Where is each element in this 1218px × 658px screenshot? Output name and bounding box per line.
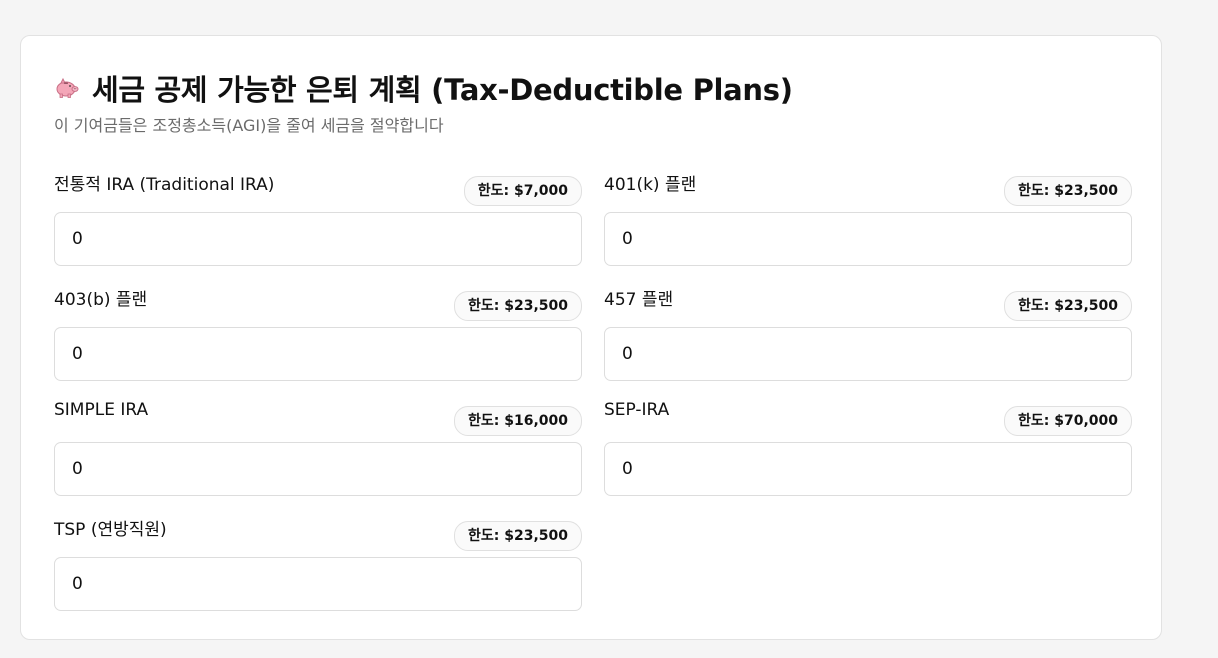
- tax-deductible-plans-card: 세금 공제 가능한 은퇴 계획 (Tax-Deductible Plans) 이…: [20, 35, 1162, 640]
- sep-ira-input[interactable]: [604, 442, 1132, 496]
- field-traditional-ira: 전통적 IRA (Traditional IRA) 한도: $7,000: [54, 166, 582, 266]
- field-403b: 403(b) 플랜 한도: $23,500: [54, 281, 582, 381]
- card-header: 세금 공제 가능한 은퇴 계획 (Tax-Deductible Plans) 이…: [54, 68, 1134, 136]
- 401k-input[interactable]: [604, 212, 1132, 266]
- field-label: 전통적 IRA (Traditional IRA): [54, 175, 275, 195]
- page-title: 세금 공제 가능한 은퇴 계획 (Tax-Deductible Plans): [92, 73, 793, 107]
- title-row: 세금 공제 가능한 은퇴 계획 (Tax-Deductible Plans): [54, 68, 1134, 108]
- 403b-input[interactable]: [54, 327, 582, 381]
- limit-badge: 한도: $23,500: [1004, 176, 1132, 206]
- piggy-bank-icon: [54, 77, 80, 99]
- field-label: 457 플랜: [604, 290, 674, 310]
- field-sep-ira: SEP-IRA 한도: $70,000: [604, 396, 1132, 496]
- field-label: SIMPLE IRA: [54, 400, 149, 420]
- simple-ira-input[interactable]: [54, 442, 582, 496]
- tsp-input[interactable]: [54, 557, 582, 611]
- field-401k: 401(k) 플랜 한도: $23,500: [604, 166, 1132, 266]
- traditional-ira-input[interactable]: [54, 212, 582, 266]
- 457-input[interactable]: [604, 327, 1132, 381]
- page-subtitle: 이 기여금들은 조정총소득(AGI)을 줄여 세금을 절약합니다: [54, 116, 444, 135]
- field-label: 403(b) 플랜: [54, 290, 148, 310]
- field-tsp: TSP (연방직원) 한도: $23,500: [54, 511, 582, 611]
- field-simple-ira: SIMPLE IRA 한도: $16,000: [54, 396, 582, 496]
- limit-badge: 한도: $23,500: [454, 291, 582, 321]
- limit-badge: 한도: $23,500: [454, 521, 582, 551]
- field-label: 401(k) 플랜: [604, 175, 697, 195]
- field-457: 457 플랜 한도: $23,500: [604, 281, 1132, 381]
- limit-badge: 한도: $70,000: [1004, 406, 1132, 436]
- field-label: TSP (연방직원): [54, 520, 167, 540]
- limit-badge: 한도: $7,000: [463, 176, 582, 206]
- field-label: SEP-IRA: [604, 400, 670, 420]
- limit-badge: 한도: $16,000: [454, 406, 582, 436]
- limit-badge: 한도: $23,500: [1004, 291, 1132, 321]
